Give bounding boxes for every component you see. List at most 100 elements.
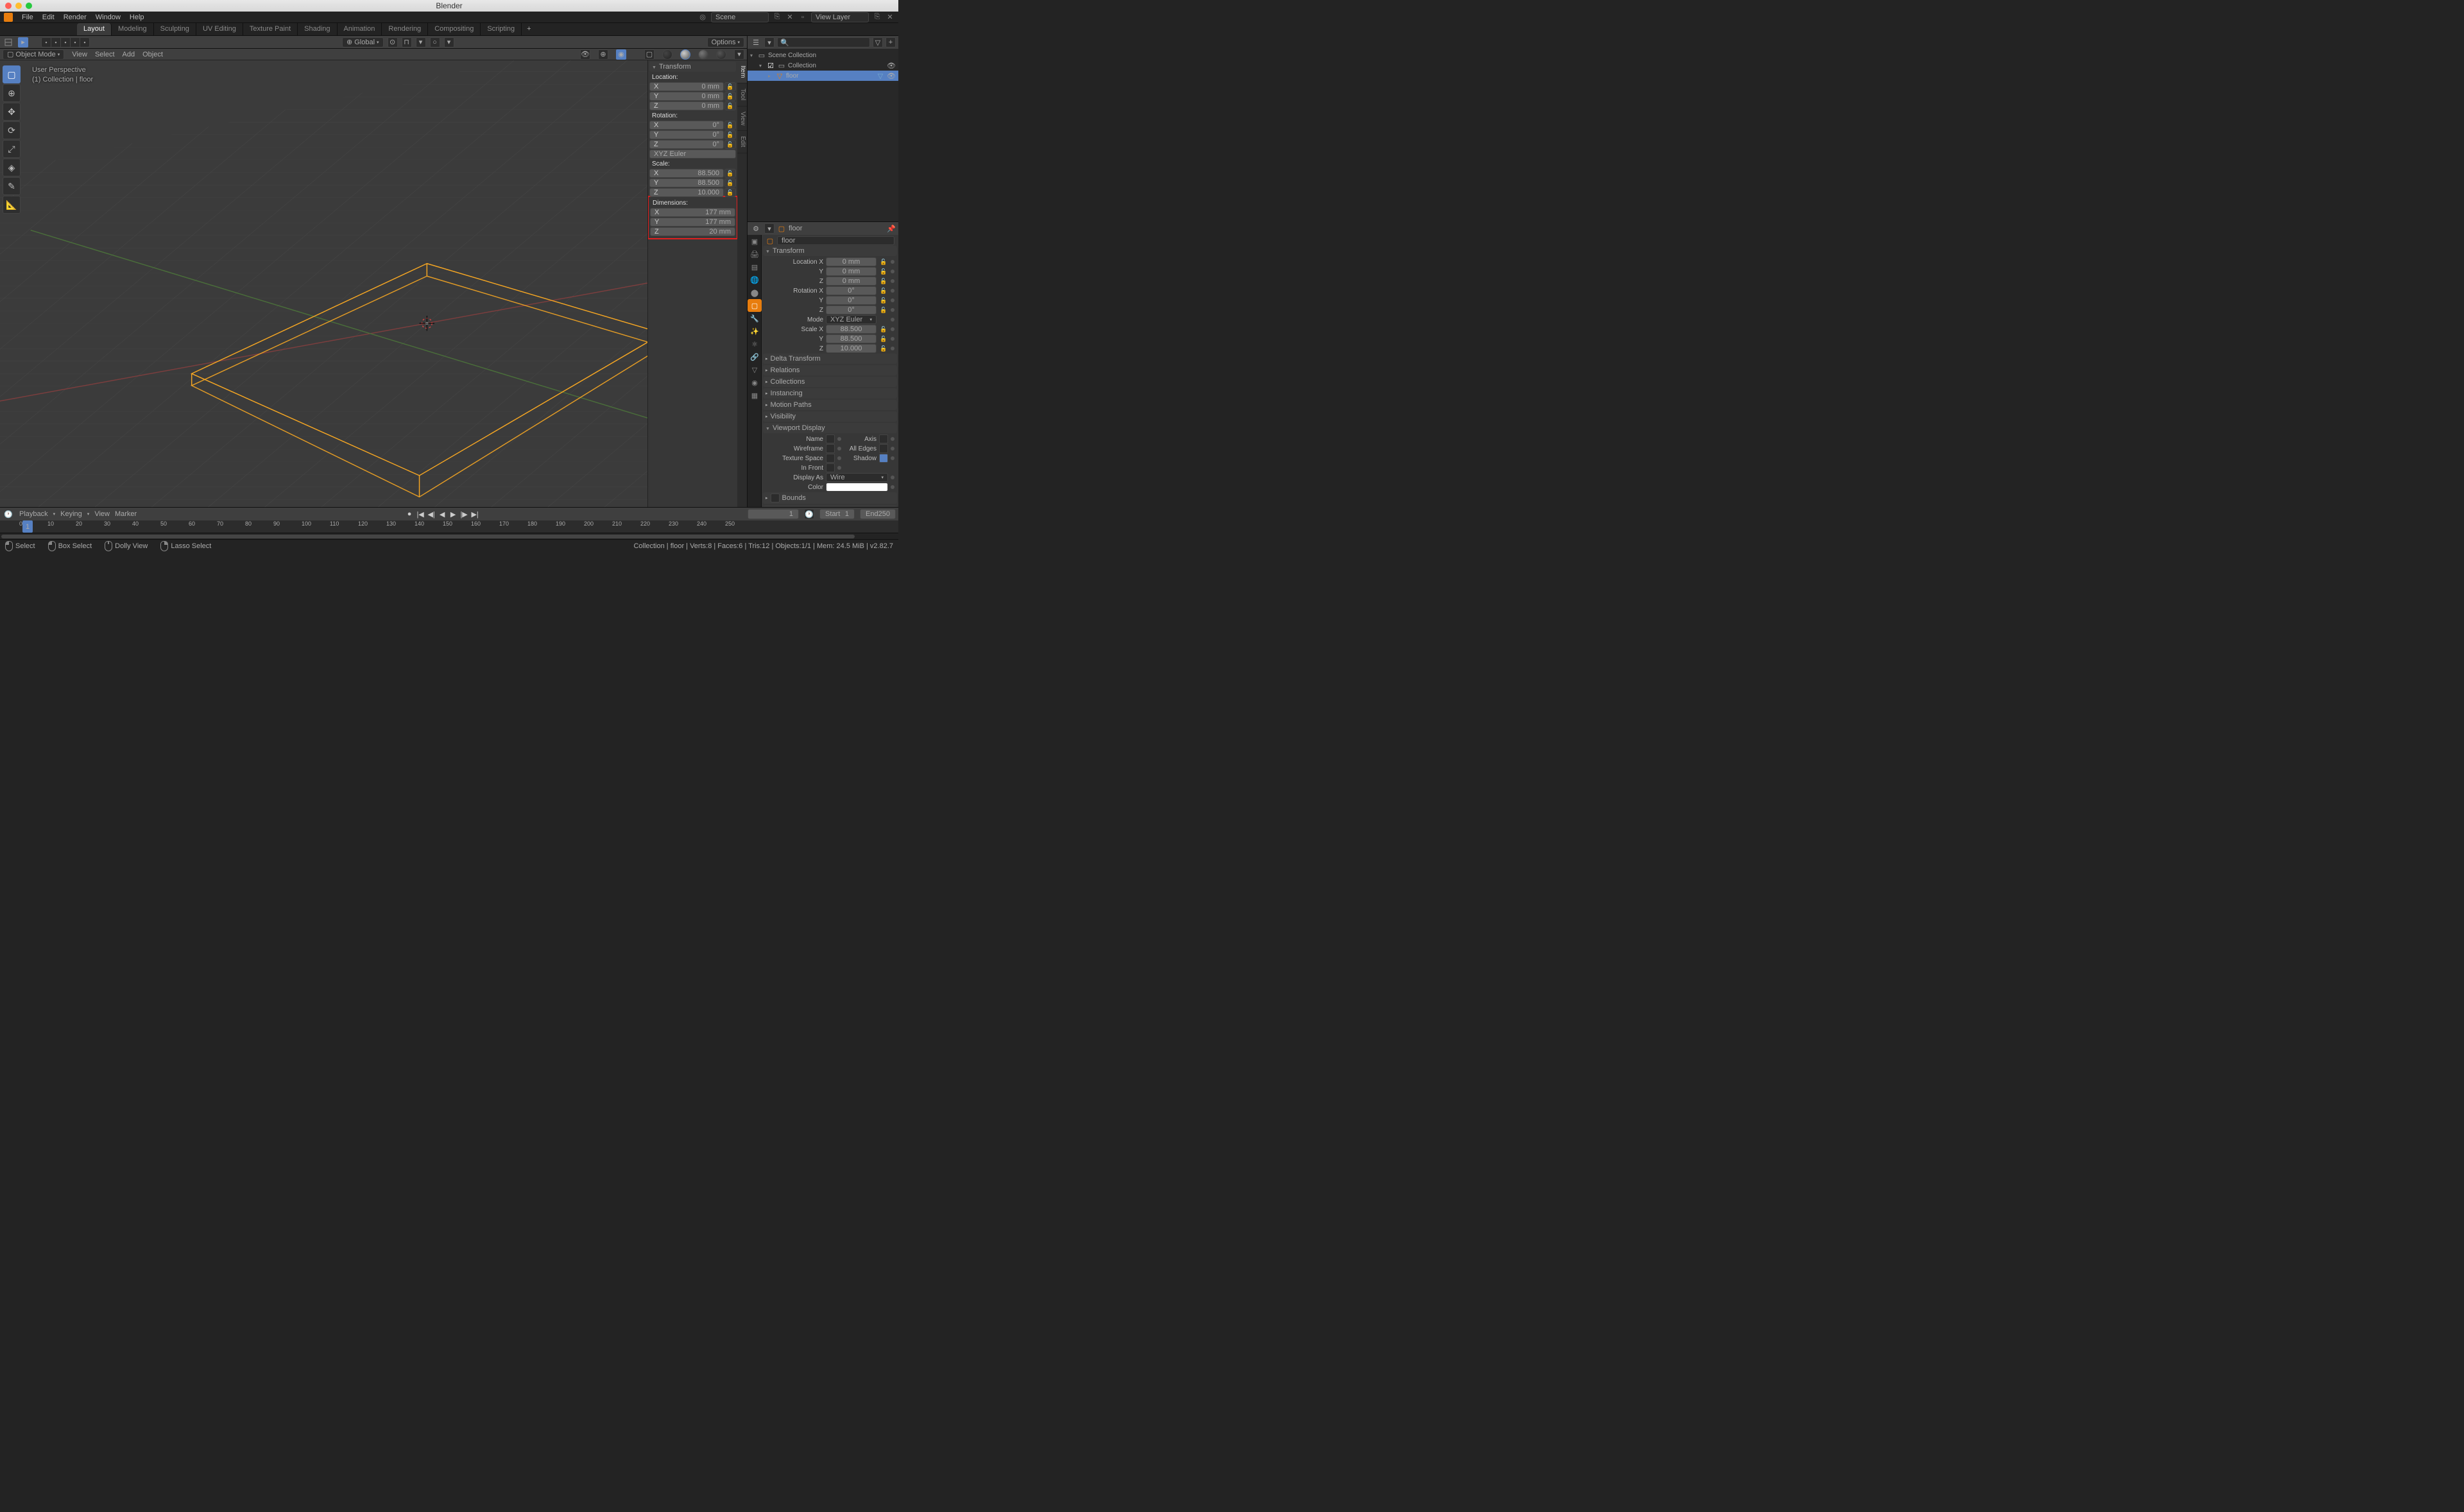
object-name-field[interactable]: floor (777, 236, 894, 245)
lock-loc-y[interactable]: 🔓 (724, 92, 736, 101)
cursor-tool-icon[interactable]: ▸ (18, 37, 28, 47)
workspace-tab-layout[interactable]: Layout (77, 23, 112, 35)
jump-start[interactable]: |◀ (415, 509, 425, 519)
n-panel-transform-header[interactable]: Transform (649, 62, 736, 72)
prop-bounds[interactable]: ▸Bounds (763, 492, 897, 504)
vd-display-as[interactable]: Wire▾ (826, 473, 888, 482)
play-reverse[interactable]: ◀ (437, 509, 447, 519)
prop-loc-y[interactable]: 0 mm (826, 267, 877, 276)
start-frame[interactable]: Start1 (819, 509, 855, 519)
menu-help[interactable]: Help (130, 13, 144, 21)
outliner-editor-type[interactable]: ☰ (750, 37, 762, 48)
vd-color[interactable] (826, 483, 888, 492)
prop-tab-texture[interactable]: ▦ (748, 389, 762, 402)
vd-infront-check[interactable] (826, 463, 835, 472)
minimize-window-button[interactable] (15, 3, 22, 9)
tree-collection[interactable]: ▾☑▭ Collection 👁 (748, 60, 898, 71)
prop-tab-constraints[interactable]: 🔗 (748, 350, 762, 363)
tool-cursor[interactable]: ⊕ (3, 84, 21, 102)
new-scene-icon[interactable]: ⎘ (773, 13, 782, 22)
prop-loc-x[interactable]: 0 mm (826, 257, 877, 266)
scene-field[interactable]: Scene (711, 12, 769, 22)
scale-z[interactable]: Z10.000 (649, 188, 724, 197)
prop-tab-scene[interactable]: 🌐 (748, 273, 762, 286)
viewport-menu-object[interactable]: Object (142, 51, 163, 58)
proportional-falloff[interactable]: ▾ (444, 37, 454, 47)
n-tab-view[interactable]: View (737, 107, 747, 132)
prop-tab-render[interactable]: ▣ (748, 235, 762, 248)
tool-annotate[interactable]: ✎ (3, 177, 21, 195)
prop-visibility[interactable]: ▸Visibility (763, 411, 897, 422)
pivot-point-button[interactable]: ⊙ (388, 37, 398, 47)
n-tab-tool[interactable]: Tool (737, 83, 747, 106)
n-tab-item[interactable]: Item (737, 60, 747, 83)
prop-scale-y[interactable]: 88.500 (826, 334, 877, 343)
prop-tab-material[interactable]: ◉ (748, 376, 762, 389)
shading-dropdown[interactable]: ▾ (734, 49, 744, 60)
snap-toggle[interactable]: ⊓ (402, 37, 412, 47)
current-frame[interactable]: 1 (748, 509, 799, 519)
location-x[interactable]: X0 mm (649, 82, 724, 91)
prop-relations[interactable]: ▸Relations (763, 365, 897, 375)
viewport-menu-add[interactable]: Add (123, 51, 135, 58)
n-tab-edit[interactable]: Edit (737, 131, 747, 153)
object-types-visibility[interactable]: 👁 (580, 49, 590, 60)
gizmo-toggle[interactable]: ⊕ (598, 49, 608, 60)
tool-transform[interactable]: ◈ (3, 159, 21, 176)
dimensions-y[interactable]: Y177 mm (650, 218, 735, 227)
outliner-new-collection[interactable]: + (886, 37, 896, 47)
options-dropdown[interactable]: Options▾ (707, 37, 744, 47)
timeline-ruler[interactable]: 1 01020304050607080901001101201301401501… (0, 520, 898, 533)
end-frame[interactable]: End250 (860, 509, 896, 519)
vd-axis-check[interactable] (879, 434, 888, 443)
prop-tab-data[interactable]: ▽ (748, 363, 762, 376)
prop-loc-z[interactable]: 0 mm (826, 277, 877, 286)
overlays-toggle[interactable]: ◉ (616, 49, 626, 60)
prop-tab-particles[interactable]: ✨ (748, 325, 762, 338)
workspace-tab-scripting[interactable]: Scripting (481, 23, 522, 35)
viewlayer-field[interactable]: View Layer (811, 12, 869, 22)
add-workspace-button[interactable]: + (522, 23, 536, 35)
scale-y[interactable]: Y88.500 (649, 178, 724, 187)
hide-icon[interactable]: 👁 (887, 62, 896, 70)
lock-loc-z[interactable]: 🔓 (724, 101, 736, 110)
rotation-x[interactable]: X0° (649, 121, 724, 130)
vd-wireframe-check[interactable] (826, 444, 835, 453)
workspace-tab-rendering[interactable]: Rendering (382, 23, 428, 35)
pivot-2[interactable]: ・ (51, 37, 61, 47)
pivot-5[interactable]: ・ (80, 37, 90, 47)
vd-name-check[interactable] (826, 434, 835, 443)
tool-move[interactable]: ✥ (3, 103, 21, 121)
workspace-tab-animation[interactable]: Animation (338, 23, 382, 35)
menu-file[interactable]: File (22, 13, 33, 21)
maximize-window-button[interactable] (26, 3, 32, 9)
prop-delta-transform[interactable]: ▸Delta Transform (763, 354, 897, 364)
tool-scale[interactable]: ⤢ (3, 140, 21, 158)
workspace-tab-modeling[interactable]: Modeling (112, 23, 154, 35)
rotation-z[interactable]: Z0° (649, 140, 724, 149)
prop-scale-z[interactable]: 10.000 (826, 344, 877, 353)
pin-icon[interactable]: 📌 (887, 224, 896, 233)
menu-edit[interactable]: Edit (42, 13, 55, 21)
close-window-button[interactable] (5, 3, 12, 9)
timeline-editor-type[interactable]: 🕐 (3, 508, 14, 520)
scale-x[interactable]: X88.500 (649, 169, 724, 178)
lock-scale-x[interactable]: 🔓 (724, 169, 736, 178)
blender-logo-icon[interactable] (4, 13, 13, 22)
xray-toggle[interactable]: ▢ (644, 49, 654, 60)
editor-type-button[interactable] (3, 37, 14, 48)
workspace-tab-uvediting[interactable]: UV Editing (196, 23, 243, 35)
outliner-display-mode[interactable]: ▾ (764, 37, 774, 47)
prop-viewport-display[interactable]: Viewport Display (763, 423, 897, 433)
menu-render[interactable]: Render (64, 13, 87, 21)
pivot-3[interactable]: ・ (60, 37, 71, 47)
jump-next-key[interactable]: |▶ (459, 509, 469, 519)
shading-wireframe[interactable] (662, 49, 672, 60)
timeline-view[interactable]: View (94, 510, 110, 518)
timeline-scrollbar[interactable] (0, 533, 898, 539)
prop-collections[interactable]: ▸Collections (763, 377, 897, 387)
workspace-tab-compositing[interactable]: Compositing (428, 23, 481, 35)
play-forward[interactable]: ▶ (448, 509, 458, 519)
dimensions-z[interactable]: Z20 mm (650, 227, 735, 236)
prop-tab-output[interactable]: 🖨 (748, 248, 762, 261)
